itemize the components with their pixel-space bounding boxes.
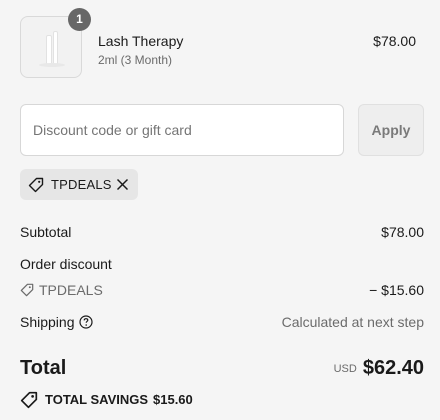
currency-code: USD — [333, 363, 357, 375]
discount-code-label: TPDEALS — [39, 282, 103, 298]
subtotal-value: $78.00 — [381, 224, 424, 240]
apply-button[interactable]: Apply — [358, 104, 424, 156]
close-icon[interactable] — [116, 178, 129, 196]
applied-discount-chip: TPDEALS — [20, 169, 138, 200]
total-amount-group: USD $62.40 — [334, 357, 424, 380]
subtotal-row: Subtotal $78.00 — [20, 224, 424, 240]
savings-tag-icon — [20, 391, 38, 412]
discount-code-row: TPDEALS − $15.60 — [20, 282, 424, 300]
total-amount: $62.40 — [362, 357, 424, 379]
product-name: Lash Therapy — [98, 33, 184, 49]
subtotal-label: Subtotal — [20, 224, 72, 240]
total-label: Total — [20, 357, 67, 379]
shipping-value: Calculated at next step — [281, 314, 424, 330]
quantity-badge: 1 — [68, 8, 91, 31]
tag-icon — [28, 177, 44, 198]
cart-line-item: 1 Lash Therapy 2ml (3 Month) $78.00 — [20, 8, 420, 80]
savings-label: TOTAL SAVINGS — [45, 392, 149, 407]
shipping-row: Shipping Calculated at next step — [20, 314, 424, 332]
order-discount-label: Order discount — [20, 256, 112, 272]
product-variant: 2ml (3 Month) — [98, 53, 173, 67]
shipping-label: Shipping — [20, 314, 75, 330]
applied-discount-code: TPDEALS — [51, 177, 112, 192]
discount-tag-icon — [20, 283, 34, 300]
discount-code-input[interactable] — [20, 104, 344, 156]
product-price: $78.00 — [373, 33, 416, 49]
help-circle-icon[interactable] — [78, 315, 93, 332]
order-discount-row: Order discount — [20, 256, 424, 272]
discount-value: − $15.60 — [369, 282, 424, 298]
savings-amount: $15.60 — [153, 392, 193, 407]
